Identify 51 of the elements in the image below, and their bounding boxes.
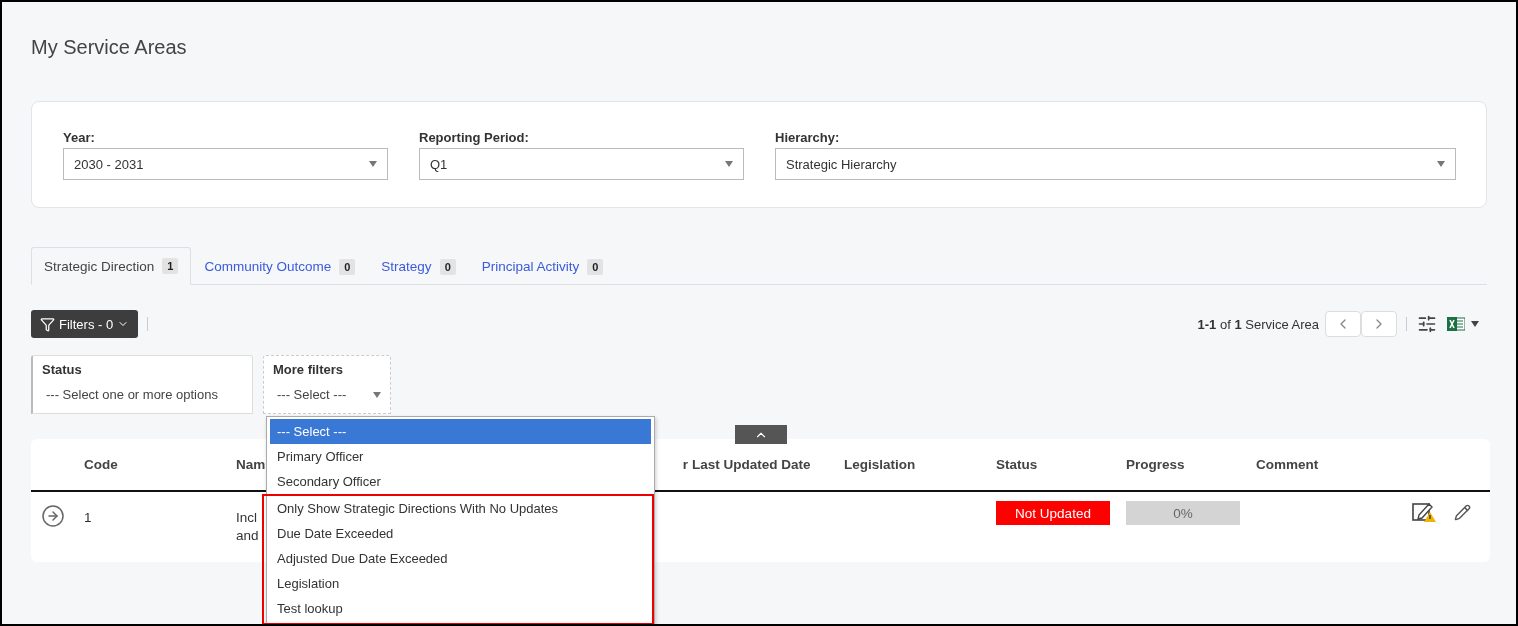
tab[interactable]: Community Outcome 0 [191, 247, 369, 285]
column-header: Status [996, 457, 1038, 472]
spreadsheet-icon[interactable] [1447, 316, 1465, 332]
dropdown-option[interactable]: --- Select --- [270, 419, 651, 444]
column-header: Nam [236, 457, 266, 472]
column-header: Code [84, 457, 118, 472]
filter-icon [40, 316, 55, 332]
dropdown-option[interactable]: Only Show Strategic Directions With No Updates [270, 496, 652, 521]
dropdown-option[interactable]: Adjusted Due Date Exceeded [270, 546, 652, 571]
dropdown-option[interactable]: Legislation [270, 571, 652, 596]
field-label: Year: [63, 130, 96, 145]
filter-label: Status [42, 362, 83, 377]
column-header: r [682, 457, 688, 472]
field-label: Hierarchy: [775, 130, 841, 145]
edit-icon[interactable] [1454, 503, 1471, 521]
column-header: Progress [1126, 457, 1185, 472]
dropdown-option[interactable]: Secondary Officer [270, 469, 651, 494]
count-badge: 1 [162, 258, 179, 274]
pager-text: 1-1 of 1 Service Area [1197, 316, 1319, 332]
status-badge: Not Updated [996, 501, 1110, 525]
filter-label: More filters [273, 362, 345, 377]
tab[interactable]: Strategic Direction 1 [31, 247, 192, 285]
select-field[interactable]: Q1 [419, 148, 744, 180]
column-header: Last Updated Date [692, 457, 811, 472]
table-cell: 1 [84, 509, 92, 527]
tab[interactable]: Strategy 0 [368, 247, 469, 285]
dropdown-option[interactable]: Due Date Exceeded [270, 521, 652, 546]
progress-bar: 0% [1126, 501, 1240, 525]
page-title: My Service Areas [31, 35, 188, 60]
field-label: Reporting Period: [419, 130, 530, 145]
dropdown-option[interactable]: Primary Officer [270, 444, 651, 469]
column-header: Legislation [844, 457, 916, 472]
select-field[interactable]: Strategic Hierarchy [775, 148, 1456, 180]
caret-icon [725, 161, 733, 167]
settings-icon[interactable] [1417, 314, 1437, 334]
filters-button[interactable]: Filters - 0 [31, 310, 139, 338]
count-badge: 0 [339, 258, 356, 275]
count-badge: 0 [587, 258, 604, 275]
tab[interactable]: Principal Activity 0 [468, 247, 617, 285]
dropdown-option[interactable]: Test lookup [270, 596, 652, 621]
table-cell: Incl and [236, 509, 259, 545]
multi-select-field[interactable]: --- Select one or more options [42, 387, 243, 402]
edit-warning-icon[interactable] [1412, 501, 1436, 523]
caret-icon [1471, 321, 1479, 327]
select-field[interactable]: 2030 - 2031 [63, 148, 388, 180]
column-header: Comment [1256, 457, 1319, 472]
caret-icon [373, 391, 381, 398]
count-badge: 0 [439, 258, 456, 275]
caret-icon [369, 161, 377, 167]
select-field[interactable]: --- Select --- [273, 387, 381, 402]
caret-icon [1437, 161, 1445, 167]
